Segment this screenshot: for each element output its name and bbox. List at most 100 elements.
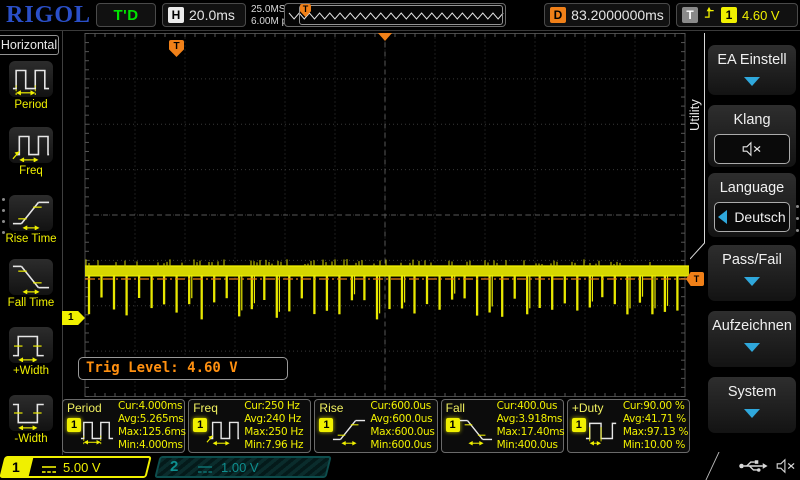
freq-icon <box>206 414 240 451</box>
measurement-name: Freq <box>193 401 218 415</box>
menu-tab-title: Utility <box>687 59 705 171</box>
duty-icon <box>585 414 619 451</box>
channel-1-indicator[interactable]: 1 5.00 V <box>3 456 149 478</box>
trigger-position-marker[interactable] <box>378 33 392 41</box>
left-menu-title: Horizontal <box>0 35 59 55</box>
measurement-rise: Rise 1 Cur:600.0usAvg:600.0usMax:600.0us… <box>314 399 437 453</box>
sidebar-item-fall-time[interactable]: Fall Time <box>0 258 62 309</box>
speaker-muted-icon <box>714 134 790 164</box>
menu-item-label: Klang <box>708 112 796 128</box>
menu-item-klang[interactable]: Klang <box>707 104 797 168</box>
trigger-source-badge: 1 <box>721 7 737 23</box>
sidebar-item-label: -Width <box>0 433 62 445</box>
page-dot <box>796 229 799 232</box>
period-icon <box>8 60 54 98</box>
stat-row: Cur:90.00 % <box>623 400 688 413</box>
stat-row: Cur:600.0us <box>370 400 434 413</box>
channel-2-indicator[interactable]: 2 1.00 V <box>157 456 329 478</box>
measurement-freq: Freq 1 Cur:250 HzAvg:240 HzMax:250 HzMin… <box>188 399 311 453</box>
delay-value: 83.2000000ms <box>571 7 664 23</box>
measurement-source-badge: 1 <box>67 418 81 432</box>
stat-row: Avg:600.0us <box>370 413 434 426</box>
d-badge: D <box>550 7 566 23</box>
channel-2-number: 2 <box>170 459 178 475</box>
measurement-stats: Cur:400.0usAvg:3.918msMax:17.40msMin:400… <box>497 400 565 452</box>
menu-item-label: Pass/Fail <box>708 252 796 268</box>
menu-item-ea-einstell[interactable]: EA Einstell <box>707 44 797 96</box>
sidebar-item-label: Period <box>0 99 62 111</box>
system-status-icons <box>738 457 797 480</box>
stat-row: Max:250 Hz <box>244 426 303 439</box>
fall-icon <box>459 414 493 451</box>
measurement-bar: Period 1 Cur:4.000msAvg:5.265msMax:125.6… <box>62 399 690 453</box>
menu-item-label: Aufzeichnen <box>708 318 796 334</box>
stat-row: Avg:3.918ms <box>497 413 565 426</box>
measurement-name: +Duty <box>572 401 604 415</box>
stat-row: Cur:250 Hz <box>244 400 303 413</box>
page-dot <box>2 231 5 234</box>
sidebar-item-label: Freq <box>0 165 62 177</box>
right-softkey-menu: Utility EA Einstell Klang Language Deutsch… <box>690 31 800 480</box>
page-dot <box>796 205 799 208</box>
sidebar-item-rise-time[interactable]: Rise Time <box>0 194 62 245</box>
h-badge: H <box>168 7 184 23</box>
chevron-down-icon <box>744 77 760 86</box>
stat-row: Min:400.0us <box>497 439 565 452</box>
delay-box: D 83.2000000ms <box>544 3 670 27</box>
stat-row: Min:4.000ms <box>118 439 186 452</box>
measurement-duty: +Duty 1 Cur:90.00 %Avg:41.71 %Max:97.13 … <box>567 399 690 453</box>
menu-item-label: Language <box>708 180 796 196</box>
fall-icon <box>8 258 54 296</box>
sidebar-item-freq[interactable]: Freq <box>0 126 62 177</box>
pwidth-icon <box>8 326 54 364</box>
stat-row: Cur:400.0us <box>497 400 565 413</box>
menu-item-label: EA Einstell <box>708 52 796 68</box>
stat-row: Max:600.0us <box>370 426 434 439</box>
stat-row: Min:7.96 Hz <box>244 439 303 452</box>
measurement-name: Period <box>67 401 102 415</box>
measurement-source-badge: 1 <box>572 418 586 432</box>
trigger-settings-box: T 1 4.60 V <box>676 3 798 27</box>
measurement-name: Fall <box>446 401 465 415</box>
rise-icon <box>332 414 366 451</box>
measurement-source-badge: 1 <box>319 418 333 432</box>
page-dot <box>796 217 799 220</box>
page-dot <box>2 198 5 201</box>
measurement-source-badge: 1 <box>193 418 207 432</box>
trigger-status-box: T'D <box>96 3 156 27</box>
trig-level-readout: Trig Level: 4.60 V <box>78 357 288 380</box>
trigger-status: T'D <box>102 7 150 24</box>
sidebar-item-width[interactable]: +Width <box>0 326 62 377</box>
sidebar-item-label: Rise Time <box>0 233 62 245</box>
sidebar-item-label: Fall Time <box>0 297 62 309</box>
page-dot <box>2 209 5 212</box>
menu-item-language[interactable]: Language Deutsch <box>707 172 797 238</box>
menu-item-pass-fail[interactable]: Pass/Fail <box>707 244 797 302</box>
page-dot <box>2 220 5 223</box>
dc-coupling-icon <box>41 462 57 480</box>
sidebar-item-period[interactable]: Period <box>0 60 62 111</box>
measurement-name: Rise <box>319 401 343 415</box>
measurement-stats: Cur:90.00 %Avg:41.71 %Max:97.13 %Min:10.… <box>623 400 688 452</box>
memory-waveform-preview: T <box>284 3 506 27</box>
stat-row: Max:17.40ms <box>497 426 565 439</box>
sidebar-item-label: +Width <box>0 365 62 377</box>
graticule-and-waveform <box>62 33 690 397</box>
waveform-display: T T 1 Trig Level: 4.60 V <box>62 33 690 397</box>
menu-item-value-box: Deutsch <box>714 202 790 232</box>
freq-icon <box>8 126 54 164</box>
rise-icon <box>8 194 54 232</box>
menu-item-aufzeichnen[interactable]: Aufzeichnen <box>707 310 797 368</box>
menu-item-system[interactable]: System <box>707 376 797 434</box>
speaker-muted-icon <box>775 457 797 480</box>
period-icon <box>80 414 114 451</box>
stat-row: Avg:5.265ms <box>118 413 186 426</box>
nwidth-icon <box>8 394 54 432</box>
channel-1-scale: 5.00 V <box>63 460 101 475</box>
measurement-source-badge: 1 <box>446 418 460 432</box>
channel-1-number: 1 <box>12 459 20 475</box>
sidebar-item-width[interactable]: -Width <box>0 394 62 445</box>
measurement-stats: Cur:250 HzAvg:240 HzMax:250 HzMin:7.96 H… <box>244 400 303 452</box>
menu-item-label: System <box>708 384 796 400</box>
measurement-fall: Fall 1 Cur:400.0usAvg:3.918msMax:17.40ms… <box>441 399 564 453</box>
